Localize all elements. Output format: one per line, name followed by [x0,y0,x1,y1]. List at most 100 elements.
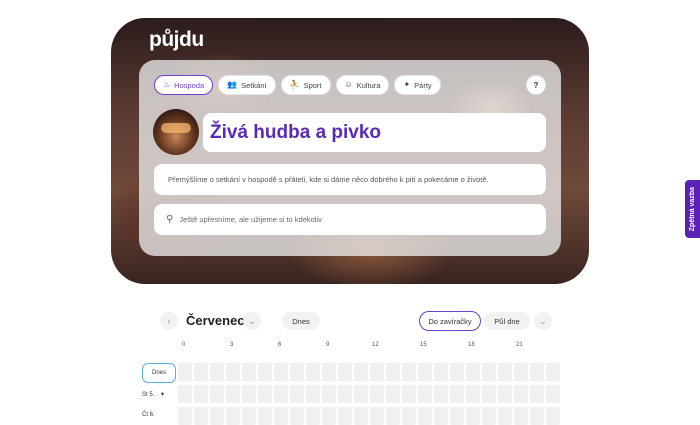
time-slot-cell[interactable] [450,385,464,403]
time-slot-cell[interactable] [354,407,368,425]
hour-tick: 6 [278,342,282,348]
time-slot-cell[interactable] [402,363,416,381]
time-slot-cell[interactable] [466,407,480,425]
time-slot-cell[interactable] [530,385,544,403]
time-slot-cell[interactable] [498,385,512,403]
time-slot-cell[interactable] [450,407,464,425]
time-slot-cell[interactable] [514,385,528,403]
time-slot-cell[interactable] [354,363,368,381]
time-slot-cell[interactable] [210,363,224,381]
tab-hospoda[interactable]: ♨ Hospoda [154,75,214,95]
tab-kultura[interactable]: ☺ Kultura [335,75,390,95]
time-slot-cell[interactable] [210,385,224,403]
range-until-closing-button[interactable]: Do zavíračky [419,311,481,331]
time-slot-cell[interactable] [434,363,448,381]
time-slot-cell[interactable] [386,385,400,403]
time-slot-cell[interactable] [386,363,400,381]
time-slot-cell[interactable] [290,363,304,381]
time-slot-cell[interactable] [290,407,304,425]
time-slot-cell[interactable] [546,363,560,381]
time-slot-cell[interactable] [466,385,480,403]
time-slot-cell[interactable] [290,385,304,403]
time-slot-cell[interactable] [354,385,368,403]
time-slot-cell[interactable] [322,407,336,425]
time-slot-cell[interactable] [370,385,384,403]
time-slot-cell[interactable] [546,407,560,425]
time-slot-cell[interactable] [418,407,432,425]
time-slot-cell[interactable] [338,385,352,403]
time-slot-cell[interactable] [338,363,352,381]
time-slot-cell[interactable] [306,385,320,403]
time-slot-cell[interactable] [402,385,416,403]
range-half-day-button[interactable]: Půl dne [484,312,530,330]
time-slot-cell[interactable] [370,407,384,425]
hour-tick: 21 [516,342,523,348]
time-slot-cell[interactable] [242,385,256,403]
event-place-field[interactable]: ⚲ Ještě upřesníme, ale užijeme si to kde… [154,204,546,235]
prev-month-button[interactable]: ‹ [160,312,178,330]
time-slot-cell[interactable] [466,363,480,381]
time-slot-cell[interactable] [546,385,560,403]
time-slot-cell[interactable] [482,407,496,425]
time-slot-cell[interactable] [258,407,272,425]
hour-axis: 0 3 6 9 12 15 18 21 [180,342,560,352]
time-slot-cell[interactable] [194,363,208,381]
time-slot-cell[interactable] [498,363,512,381]
hour-tick: 3 [230,342,234,348]
time-slot-cell[interactable] [402,407,416,425]
today-button[interactable]: Dnes [282,312,320,330]
time-slot-cell[interactable] [226,407,240,425]
feedback-tab[interactable]: Zpětná vazba [685,180,700,238]
time-slot-cell[interactable] [434,407,448,425]
hero-banner: půjdu ♨ Hospoda 👥 Setkání ⛹ Sport ☺ Kult… [111,18,589,284]
time-slot-cell[interactable] [482,385,496,403]
time-slot-cell[interactable] [306,407,320,425]
time-slot-cell[interactable] [482,363,496,381]
help-button[interactable]: ? [526,75,546,95]
time-slot-cell[interactable] [530,363,544,381]
event-avatar[interactable] [153,109,199,155]
time-slot-cell[interactable] [386,407,400,425]
event-description-field[interactable]: Přemýšlíme o setkání v hospodě s přáteli… [154,164,546,195]
time-slot-cell[interactable] [178,407,192,425]
time-slot-cell[interactable] [210,407,224,425]
logo[interactable]: půjdu [149,28,204,52]
month-dropdown-button[interactable]: ⌄ [243,312,261,330]
time-slot-cell[interactable] [274,363,288,381]
time-slot-cell[interactable] [418,385,432,403]
time-slot-cell[interactable] [194,385,208,403]
beer-icon: ♨ [163,80,171,89]
time-slot-cell[interactable] [418,363,432,381]
time-slot-cell[interactable] [258,385,272,403]
time-slot-cell[interactable] [274,407,288,425]
time-slot-cell[interactable] [370,363,384,381]
tab-setkani[interactable]: 👥 Setkání [218,75,276,95]
time-slot-cell[interactable] [514,407,528,425]
time-slot-cell[interactable] [322,385,336,403]
time-slot-cell[interactable] [306,363,320,381]
hour-tick: 9 [326,342,330,348]
range-dropdown-button[interactable]: ⌄ [534,312,552,330]
event-title-field[interactable]: Živá hudba a pivko [203,113,546,152]
time-slot-cell[interactable] [226,363,240,381]
chevron-down-icon: ⌄ [539,315,547,326]
time-slot-cell[interactable] [322,363,336,381]
time-slot-cell[interactable] [226,385,240,403]
row-label-today[interactable]: Dnes [142,363,176,383]
time-slot-cell[interactable] [498,407,512,425]
tab-sport[interactable]: ⛹ Sport [280,75,331,95]
time-slot-cell[interactable] [258,363,272,381]
tab-party[interactable]: ✦ Párty [394,75,441,95]
time-slot-cell[interactable] [450,363,464,381]
time-slot-cell[interactable] [178,363,192,381]
time-slot-cell[interactable] [274,385,288,403]
time-slot-cell[interactable] [178,385,192,403]
time-slot-cell[interactable] [530,407,544,425]
time-slot-cell[interactable] [194,407,208,425]
time-slot-cell[interactable] [434,385,448,403]
time-slot-cell[interactable] [242,363,256,381]
time-slot-cell[interactable] [242,407,256,425]
time-slot-cell[interactable] [514,363,528,381]
time-slot-cell[interactable] [338,407,352,425]
sport-icon: ⛹ [289,80,300,89]
